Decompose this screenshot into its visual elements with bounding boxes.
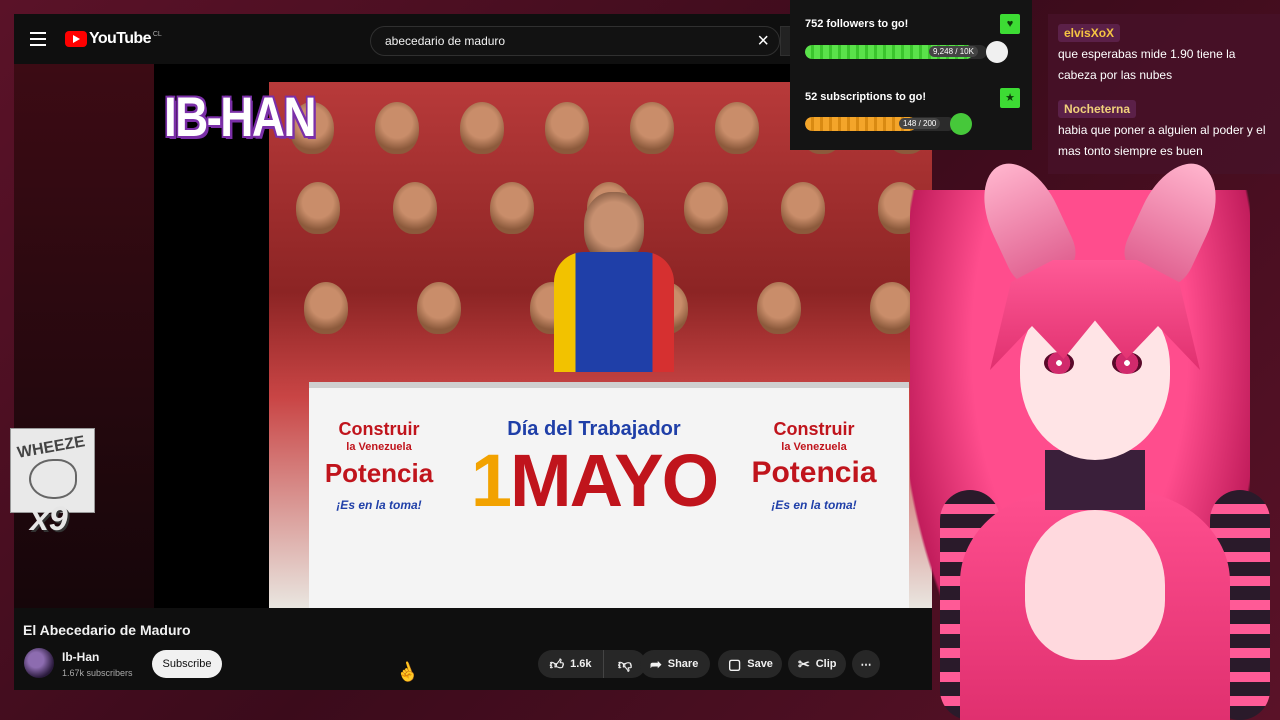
subscription-goal-bar: 148 / 200 <box>805 117 955 131</box>
bookmark-icon: ▢ <box>728 655 742 672</box>
youtube-play-icon <box>65 31 87 47</box>
follower-goal-count: 9,248 / 10K <box>929 46 978 57</box>
clear-search-icon[interactable]: × <box>757 31 769 51</box>
banner-left-tag: ¡Es en la toma! <box>336 498 422 512</box>
channel-name[interactable]: Ib-Han <box>62 650 99 664</box>
banner-mayo: MAYO <box>509 439 719 522</box>
banner-left-big: Potencia <box>324 458 434 488</box>
wheeze-sketch-icon <box>29 459 77 499</box>
like-count: 1.6k <box>570 658 592 670</box>
vtuber-avatar <box>870 150 1280 720</box>
youtube-logo[interactable]: YouTube CL <box>65 30 162 48</box>
subscription-goal-count: 148 / 200 <box>899 118 941 129</box>
search-query: abecedario de maduro <box>385 34 506 48</box>
banner-left-small: la Venezuela <box>346 441 412 453</box>
banner-left: Construir la Venezuela Potencia ¡Es en l… <box>319 418 439 512</box>
follower-goal-bar: 9,248 / 10K <box>805 45 987 59</box>
share-button[interactable]: ➦ Share <box>640 650 710 678</box>
youtube-region-code: CL <box>152 30 162 38</box>
frog-mascot-icon <box>950 113 972 135</box>
subscription-goal-title: 52 subscriptions to go! <box>805 91 927 103</box>
channel-avatar[interactable] <box>24 648 54 678</box>
banner-left-top: Construir <box>338 419 420 439</box>
subscribe-button[interactable]: Subscribe <box>152 650 222 678</box>
cat-mascot-icon <box>986 41 1008 63</box>
heart-icon: ♥ <box>1000 14 1020 34</box>
avatar-outfit <box>1025 510 1165 660</box>
speaker-figure <box>554 192 674 372</box>
chat-username: Nocheterna <box>1058 100 1137 118</box>
subscription-goal: 52 subscriptions to go! ★ 148 / 200 <box>790 72 1032 144</box>
share-icon: ➦ <box>650 655 662 672</box>
share-label: Share <box>667 658 699 670</box>
video-title: El Abecedario de Maduro <box>23 622 191 638</box>
banner-number: 1 <box>470 439 512 522</box>
clip-label: Clip <box>815 658 837 670</box>
follower-goal: 752 followers to go! ♥ 9,248 / 10K <box>790 0 1032 72</box>
clip-button[interactable]: ✂ Clip <box>788 650 846 678</box>
chat-message: elvisXoX que esperabas mide 1.90 tiene l… <box>1058 24 1276 86</box>
save-button[interactable]: ▢ Save <box>718 650 782 678</box>
like-button[interactable]: 👍︎ 1.6k <box>538 650 604 678</box>
avatar-left-eye <box>1044 352 1074 374</box>
chat-username: elvisXoX <box>1058 24 1121 42</box>
like-dislike-group: 👍︎ 1.6k 👎︎ <box>538 650 646 678</box>
video-watermark: IB-HAN <box>164 85 317 148</box>
thumbs-up-icon: 👍︎ <box>549 655 565 672</box>
podium-banner: Construir la Venezuela Potencia ¡Es en l… <box>309 382 909 608</box>
hand-cursor-icon: ☝ <box>393 658 421 686</box>
stream-goals-panel: 752 followers to go! ♥ 9,248 / 10K 52 su… <box>790 0 1032 150</box>
search-input[interactable]: abecedario de maduro × <box>370 26 780 56</box>
star-icon: ★ <box>1000 88 1020 108</box>
follower-goal-title: 752 followers to go! <box>805 18 909 30</box>
save-label: Save <box>747 658 773 670</box>
video-frame[interactable]: Construir la Venezuela Potencia ¡Es en l… <box>269 82 932 608</box>
youtube-logo-text: YouTube <box>89 30 151 47</box>
chat-text: que esperabas mide 1.90 tiene la cabeza … <box>1058 47 1236 82</box>
thumbs-down-icon: 👎︎ <box>617 655 633 672</box>
channel-subscriber-count: 1.67k subscribers <box>62 668 133 678</box>
hamburger-menu-icon[interactable] <box>30 32 46 46</box>
banner-middle: Día del Trabajador 1MAYO <box>449 418 739 521</box>
banner-dia: Día del Trabajador <box>507 418 681 440</box>
wheeze-count: x9 <box>30 500 68 538</box>
banner-mayo-line: 1MAYO <box>449 441 739 521</box>
scissors-icon: ✂ <box>798 655 810 672</box>
